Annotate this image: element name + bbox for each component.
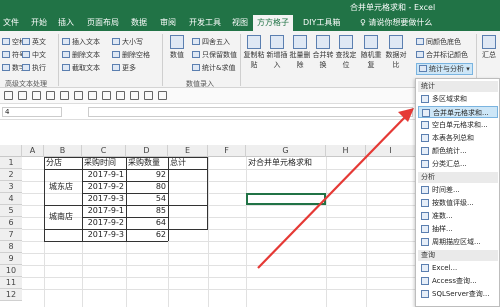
- menu-section-analysis: 分析: [418, 172, 498, 183]
- color-stats-icon: [421, 147, 429, 155]
- menu-section-stats: 统计: [418, 81, 498, 92]
- menu-item-excel-query[interactable]: Excel...: [418, 262, 498, 274]
- menu-item-column-totals[interactable]: 本表各列总和: [418, 132, 498, 144]
- period-icon: [421, 238, 429, 246]
- menu-item-multi-area-sum[interactable]: 多区域求和: [418, 93, 498, 105]
- menu-item-color-stats[interactable]: 颜色统计...: [418, 145, 498, 157]
- rating-icon: [421, 199, 429, 207]
- blank-sum-icon: [421, 121, 429, 129]
- menu-item-period-range[interactable]: 周期描应区域...: [418, 236, 498, 248]
- stats-analysis-menu: 统计 多区域求和 合并单元格求和... 空白单元格求和... 本表各列总和 颜色…: [415, 78, 500, 307]
- excel-icon: [421, 264, 429, 272]
- access-icon: [421, 277, 429, 285]
- menu-item-rating[interactable]: 按数值评级...: [418, 197, 498, 209]
- column-total-icon: [421, 134, 429, 142]
- sql-icon: [421, 290, 429, 298]
- menu-item-time-diff[interactable]: 时间差...: [418, 184, 498, 196]
- menu-item-access-query[interactable]: Access查询...: [418, 275, 498, 287]
- menu-item-merged-cell-sum[interactable]: 合并单元格求和...: [418, 106, 498, 118]
- menu-item-sampling[interactable]: 抽样...: [418, 223, 498, 235]
- merged-sum-icon: [422, 109, 430, 117]
- sum-icon: [421, 95, 429, 103]
- menu-section-query: 查询: [418, 250, 498, 261]
- menu-item-sqlserver-query[interactable]: SQLServer查询...: [418, 288, 498, 300]
- menu-item-subtotal[interactable]: 分类汇总...: [418, 158, 498, 170]
- standard-icon: [421, 212, 429, 220]
- subtotal-icon: [421, 160, 429, 168]
- sampling-icon: [421, 225, 429, 233]
- time-icon: [421, 186, 429, 194]
- menu-item-blank-cell-sum[interactable]: 空白单元格求和...: [418, 119, 498, 131]
- menu-item-standard[interactable]: 准数...: [418, 210, 498, 222]
